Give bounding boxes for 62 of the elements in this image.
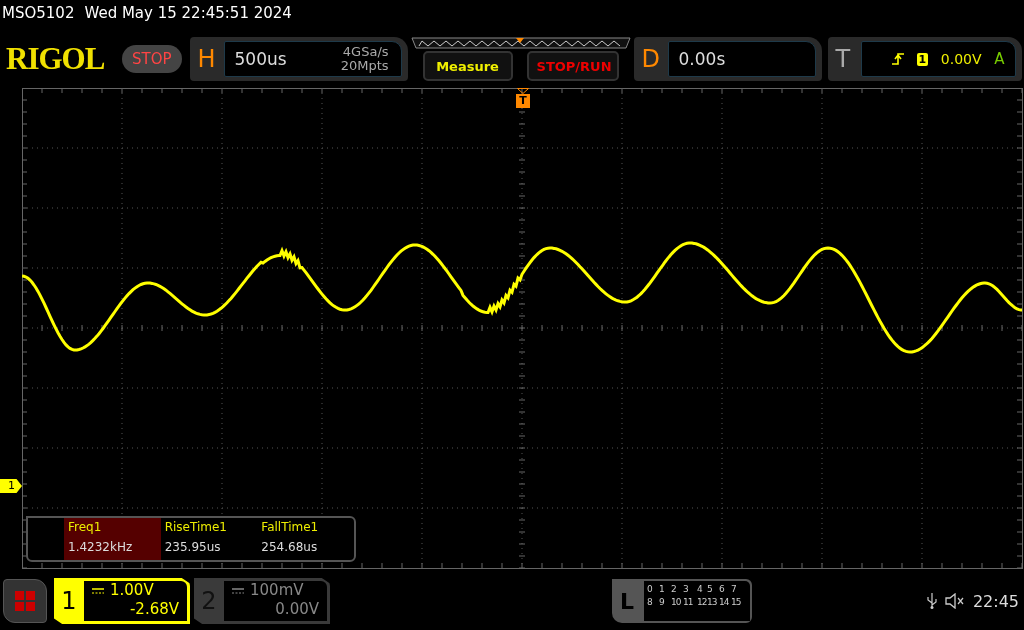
measurement-value: 1.4232kHz bbox=[68, 540, 134, 554]
measurement-item[interactable]: FallTime1 254.68us bbox=[257, 518, 354, 560]
measurement-item[interactable]: Freq1 1.4232kHz bbox=[64, 518, 161, 560]
model-name: MSO5102 bbox=[2, 5, 75, 22]
usb-icon bbox=[926, 593, 937, 609]
rising-edge-icon bbox=[891, 52, 904, 66]
logic-channel-number: 2 bbox=[671, 584, 677, 594]
trigger-position-icon bbox=[517, 88, 529, 94]
timebase-value: 500us bbox=[234, 49, 287, 69]
logic-channel-number: 9 bbox=[659, 597, 665, 607]
trigger-label: T bbox=[835, 45, 852, 73]
channel-number: 1 bbox=[60, 586, 78, 617]
logic-channel-number: 0 bbox=[647, 584, 653, 594]
logic-channel-number: 10 bbox=[671, 597, 682, 607]
speaker-muted-icon bbox=[944, 593, 965, 609]
measurement-name: FallTime1 bbox=[261, 520, 320, 534]
trigger-mode: A bbox=[994, 50, 1005, 68]
logic-channel-number: 4 bbox=[697, 584, 703, 594]
vertical-scale: 100mV bbox=[250, 581, 304, 600]
dc-coupling-icon bbox=[92, 587, 104, 594]
measurement-name: RiseTime1 bbox=[164, 520, 228, 534]
vertical-scale: 1.00V bbox=[110, 581, 154, 600]
trigger-source-badge: 1 bbox=[916, 52, 929, 66]
logic-channel-number: 14 bbox=[719, 597, 730, 607]
dc-coupling-icon bbox=[232, 587, 244, 594]
logic-panel[interactable]: L 0 1 2 3 4 5 6 7 8 9 10 11 1213 14 15 bbox=[612, 579, 752, 623]
vertical-offset: 0.00V bbox=[275, 600, 319, 619]
horizontal-label: H bbox=[197, 45, 217, 73]
delay-label: D bbox=[641, 45, 662, 73]
logic-channel-number: 12 bbox=[697, 597, 707, 607]
measure-button[interactable]: Measure bbox=[422, 51, 513, 81]
measurement-value: 235.95us bbox=[164, 540, 222, 554]
vertical-offset: -2.68V bbox=[129, 600, 179, 619]
trigger-panel[interactable]: T 1 0.00V A bbox=[827, 37, 1022, 81]
brand-logo: RIGOL bbox=[6, 40, 106, 78]
stop-run-button[interactable]: STOP/RUN bbox=[526, 51, 619, 81]
home-button[interactable] bbox=[3, 579, 47, 623]
channel-panel[interactable]: 1 1.00V -2.68V bbox=[54, 578, 190, 624]
clock-time: 22:45 bbox=[972, 591, 1019, 611]
logic-channel-number: 15 bbox=[731, 597, 742, 607]
trigger-level: 0.00V bbox=[940, 51, 982, 67]
trigger-marker[interactable]: T bbox=[516, 94, 530, 108]
measurement-item[interactable]: RiseTime1 235.95us bbox=[160, 518, 258, 560]
date-time: Wed May 15 22:45:51 2024 bbox=[84, 5, 292, 22]
measurement-value: 254.68us bbox=[261, 540, 319, 554]
horizontal-panel[interactable]: H 500us 4GSa/s 20Mpts bbox=[189, 37, 408, 81]
logic-channel-number: 1 bbox=[659, 584, 665, 594]
logic-channel-number: 6 bbox=[719, 584, 725, 594]
channel-offset-marker[interactable]: 1 bbox=[0, 479, 22, 493]
logic-channel-number: 5 bbox=[707, 584, 713, 594]
sample-rate: 4GSa/s bbox=[342, 45, 389, 59]
logic-channel-number: 3 bbox=[683, 584, 689, 594]
measurement-name: Freq1 bbox=[68, 520, 103, 534]
logic-channel-number: 11 bbox=[683, 597, 694, 607]
grid-squares-icon bbox=[15, 591, 35, 611]
delay-value: 0.00s bbox=[678, 49, 726, 69]
logic-channel-number: 7 bbox=[731, 584, 737, 594]
logic-channel-number: 13 bbox=[707, 597, 718, 607]
delay-panel[interactable]: D 0.00s bbox=[633, 37, 822, 81]
memory-depth: 20Mpts bbox=[340, 59, 389, 73]
logic-channel-number: 8 bbox=[647, 597, 653, 607]
logic-label: L bbox=[619, 587, 635, 616]
